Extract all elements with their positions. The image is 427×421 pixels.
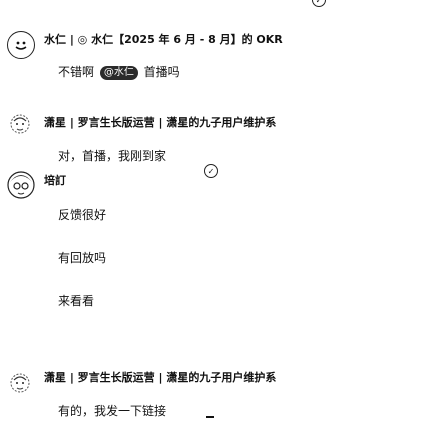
cartoon-avatar-icon — [7, 171, 35, 199]
cursor-icon — [206, 416, 214, 418]
message-text: 有回放吗 — [58, 251, 107, 265]
message-text: 反馈很好 — [58, 208, 107, 222]
sender-name[interactable]: 培訂 — [44, 174, 66, 188]
smile-avatar-icon — [15, 41, 27, 50]
sender-name[interactable]: 潇星 | 罗言生长版运营 | 潇星的九子用户维护系 — [44, 371, 276, 385]
sketch-avatar-icon — [10, 114, 30, 134]
avatar[interactable] — [7, 370, 33, 396]
sketch-avatar-icon — [10, 373, 30, 393]
top-check-icon: ✓ — [312, 0, 326, 7]
sender-name[interactable]: 潇星 | 罗言生长版运营 | 潇星的九子用户维护系 — [44, 116, 276, 130]
message-text: 对，首播，我刚到家 — [58, 149, 167, 163]
avatar[interactable] — [7, 111, 33, 137]
message-text: 有的，我发一下链接 — [58, 404, 167, 418]
message-text: 来看看 — [58, 294, 95, 308]
avatar[interactable] — [7, 31, 35, 59]
message-text-before: 不错啊 — [58, 65, 95, 79]
avatar[interactable] — [6, 170, 36, 200]
check-circle-icon: ✓ — [204, 164, 218, 178]
mention-tag[interactable]: @水仁 — [99, 65, 138, 80]
message-text: 不错啊 @水仁 首播吗 — [58, 64, 180, 80]
message-text-after: 首播吗 — [143, 65, 180, 79]
sender-name[interactable]: 水仁 | ◎ 水仁【2025 年 6 月 - 8 月】的 OKR — [44, 33, 283, 47]
